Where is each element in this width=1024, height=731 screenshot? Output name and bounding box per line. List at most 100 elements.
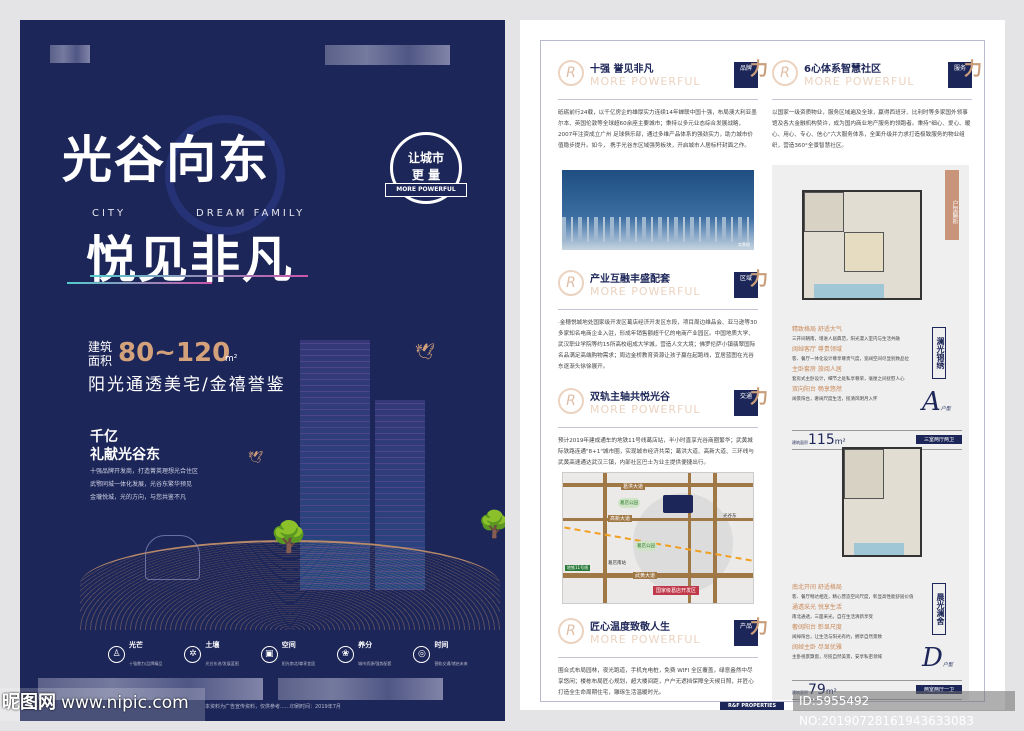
photo-caption: 实景图: [738, 242, 750, 247]
section-brand: R 十强 誉见非凡MORE POWERFUL 品牌 砥砺前行24载，以千亿房企的雄厚…: [558, 60, 768, 152]
city-skyline-photo: 实景图: [562, 170, 754, 250]
section-text: 围合式布局园林，夜光跑道，手机充电桩，免费 WIFI 全区覆盖，绿意盎然中尽享悠…: [558, 668, 754, 696]
blurred-logo: [50, 45, 90, 63]
feature-item: ✲ 土壤 光谷东进/发展蓝图: [184, 640, 239, 669]
map-label: 高新大道: [608, 515, 633, 522]
section-tag: 品牌: [734, 62, 768, 88]
section-subtitle: MORE POWERFUL: [590, 285, 701, 298]
section-tag: 区域: [734, 272, 768, 298]
blurred-logo: [325, 45, 450, 65]
feature-item: ▣ 空间 阳光南北/尊享宜居: [260, 640, 315, 669]
bullet-item: 武鄂同城一体化发展，光谷东繁华预见: [90, 481, 193, 488]
section-header: R 6心体系智慧社区 MORE POWERFUL 服务: [772, 60, 982, 100]
divider: [67, 282, 212, 284]
bird-icon: 🕊: [248, 450, 264, 464]
map-label: 武黄大道: [633, 572, 658, 579]
section-subtitle: MORE POWERFUL: [590, 403, 701, 416]
section-heading: 千亿 礼献光谷东: [90, 429, 160, 463]
feature-item: ◎ 时间 营轨交通/诸启未来: [413, 640, 468, 669]
divider: [90, 275, 308, 277]
poster-back: R十强 誉见非凡MORE POWERFUL品牌 砥砺前行24载，以千亿房企的雄厚…: [520, 20, 1005, 710]
plan-a-name: 澜光锦绣: [932, 327, 946, 379]
poster-front: 光谷向东 CITY DREAM FAMILY 悦见非凡 让城市 更 量 MORE…: [20, 20, 505, 721]
tagline-family: DREAM FAMILY: [196, 208, 306, 219]
map-label: 葛店公园: [618, 498, 640, 508]
section-text: ·金穗悦城地处国家级开发区葛店经济开发区东段，项目周边维品会、亚马逊等30多家知…: [558, 320, 758, 370]
section-tag: 交通: [734, 390, 768, 416]
location-map: 葛洪大道 高新大道 武黄大道 光谷东 葛店公园 葛店公园 葛店南站 地铁11号线…: [562, 472, 754, 604]
section-text: 砥砺前行24载，以千亿房企的雄厚实力连续14年蝉联中国十强，布局澳大利亚墨尔本、…: [558, 110, 757, 149]
map-label: 葛店公园: [635, 541, 657, 551]
section-subtitle: MORE POWERFUL: [804, 75, 915, 88]
plan-d-letter: D户型: [922, 643, 953, 673]
bullet-item: 十强品牌开发商，打造菁英理想光合住区: [90, 468, 199, 475]
feature-row: ♙ 光芒 十强鼎力/品牌精品 ✲ 土壤 光谷东进/发展蓝图 ▣ 空间 阳光南北/尊享宜居 ❀…: [108, 640, 468, 669]
seal-text: 更 量: [411, 168, 441, 182]
brand-logo-icon: R: [772, 60, 798, 86]
area-value: 80~120: [118, 338, 231, 368]
plan-d-features: 南北开间 舒适格局 客、餐厅畅达相连，精心营造空间尺度，彰显高性能舒居价值 通透采…: [792, 584, 914, 660]
tagline-city: CITY: [92, 208, 127, 219]
light-icon: ♙: [108, 646, 125, 663]
plan-a-letter: A户型: [922, 387, 951, 417]
section-title: 6心体系智慧社区: [804, 64, 881, 75]
seal-ribbon: MORE POWERFUL: [385, 183, 467, 197]
seal-badge: 让城市 更 量 MORE POWERFUL: [385, 132, 467, 204]
section-title: 匠心温度致敬人生: [590, 622, 670, 633]
watermark-box: 昵图网 www.nipic.com: [0, 688, 205, 721]
section-title: 产业互融丰盛配套: [590, 274, 670, 285]
train-illustration: [145, 535, 200, 580]
bullet-list: 十强品牌开发商，打造菁英理想光合住区 武鄂同城一体化发展，光谷东繁华预见 金瓏悦…: [90, 465, 198, 504]
section-tag: 产品: [734, 620, 768, 646]
project-marker: [663, 495, 693, 513]
section-product: R 匠心温度致敬人生MORE POWERFUL 产品 围合式布局园林，夜光跑道，手机…: [558, 618, 768, 699]
watermark-id: ID:5955492 NO:20190728161943633083: [793, 691, 1015, 728]
bird-icon: 🕊: [415, 342, 436, 361]
section-subtitle: MORE POWERFUL: [590, 633, 701, 646]
map-label: 葛洪大道: [621, 483, 646, 490]
area-label: 建筑 面积: [88, 340, 113, 368]
blurred-contact: [278, 678, 443, 700]
brand-logo-icon: R: [558, 270, 584, 296]
brand-logo-icon: R: [558, 618, 584, 644]
brand-footer: R&F PROPERTIES: [720, 702, 785, 710]
section-tag: 服务: [948, 62, 982, 88]
soil-icon: ✲: [184, 646, 202, 663]
map-label: 国家级葛店开发区: [653, 586, 700, 595]
section-header: R 产业互融丰盛配套 MORE POWERFUL 区域: [558, 270, 768, 310]
area-unit: m²: [225, 354, 238, 364]
section-title: 十强 誉见非凡: [590, 64, 654, 75]
map-label: 光谷东: [723, 514, 737, 519]
seal-text: 让城市: [407, 151, 444, 165]
floorplan-panel: 户型解析 精致格局 舒适大气 三开间朝南，增进人居典范，阳光漫入室内与生活共融 阔…: [772, 165, 969, 700]
section-subtitle: MORE POWERFUL: [590, 75, 701, 88]
brand-logo-icon: R: [558, 60, 584, 86]
section-transport: R 双轨主轴共悦光谷MORE POWERFUL 交通 预计2019年建成通车的地铁1…: [558, 388, 768, 469]
floorplan-a-image: [802, 190, 922, 300]
plan-d-name: 晨光澜舍: [932, 583, 946, 635]
time-icon: ◎: [413, 646, 431, 663]
section-header: R 十强 誉见非凡 MORE POWERFUL 品牌: [558, 60, 768, 100]
section-header: R 双轨主轴共悦光谷 MORE POWERFUL 交通: [558, 388, 768, 428]
headline-1: 光谷向东: [62, 130, 270, 189]
section-region: R 产业互融丰盛配套MORE POWERFUL 区域 ·金穗悦城地处国家级开发区葛店…: [558, 270, 768, 373]
section-service: R 6心体系智慧社区MORE POWERFUL 服务 以国家一级资质物业，服务区域遍…: [772, 60, 982, 152]
section-title: 双轨主轴共悦光谷: [590, 392, 670, 403]
floorplan-ribbon: 户型解析: [945, 170, 959, 240]
disclaimer: 本资料为广告宣传资料，仅供参考……印刷时间：2019年7月: [205, 704, 341, 710]
nutrient-icon: ❀: [337, 646, 355, 663]
plan-a-features: 精致格局 舒适大气 三开间朝南，增进人居典范，阳光漫入室内与生活共融 阔绰客厅 尊…: [792, 326, 909, 402]
brand-logo-icon: R: [558, 388, 584, 414]
watermark-site: www.nipic.com: [61, 693, 189, 713]
plan-a-rooms: 三室两厅两卫: [915, 435, 962, 444]
space-icon: ▣: [260, 646, 278, 663]
watermark-site-cn: 昵图网: [2, 692, 56, 713]
map-label: 葛店南站: [608, 561, 626, 566]
tree-illustration: 🌳: [270, 520, 308, 555]
bullet-item: 金瓏悦城，光的方向，与您共鉴不凡: [90, 494, 187, 501]
floorplan-d-image: [842, 447, 922, 557]
tree-illustration: 🌳: [478, 510, 505, 540]
subtitle: 阳光通透美宅/金禧誉鉴: [88, 375, 286, 395]
map-label: 地铁11号线: [565, 565, 591, 571]
section-header: R 匠心温度致敬人生 MORE POWERFUL 产品: [558, 618, 768, 658]
